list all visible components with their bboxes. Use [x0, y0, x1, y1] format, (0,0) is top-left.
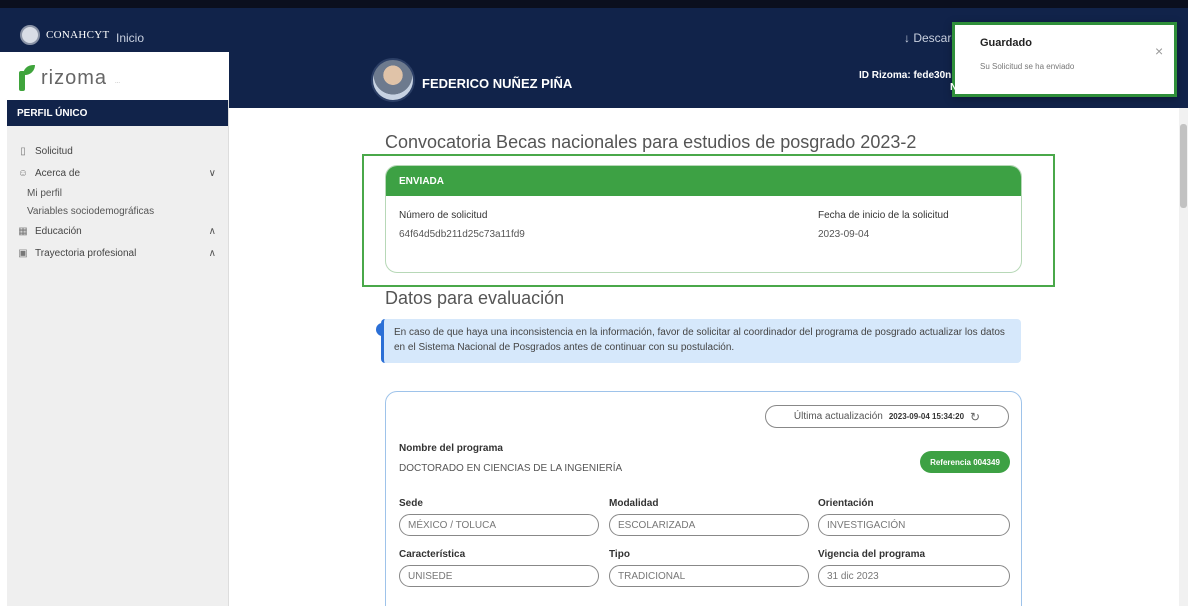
page-title: Convocatoria Becas nacionales para estud… — [385, 132, 917, 152]
sidebar-item-mi-perfil[interactable]: Mi perfil — [7, 184, 228, 202]
rizoma-logo[interactable]: rizoma ... — [7, 56, 229, 100]
modalidad-label: Modalidad — [609, 498, 659, 509]
download-link[interactable]: ↓ Descarg — [904, 31, 958, 45]
nav-inicio[interactable]: Inicio — [116, 31, 144, 45]
sidebar-header: PERFIL ÚNICO — [7, 100, 228, 126]
status-card: ENVIADA Número de solicitud 64f64d5db211… — [385, 165, 1022, 273]
toast-title: Guardado — [980, 37, 1032, 49]
chevron-up-icon[interactable]: ∧ — [209, 248, 216, 259]
rizoma-leaf-icon — [17, 65, 35, 91]
sidebar-item-label: Trayectoria profesional — [35, 247, 137, 259]
sede-label: Sede — [399, 498, 423, 509]
sidebar-menu: ▯ Solicitud ☺ Acerca de ∨ Mi perfil Vari… — [7, 126, 228, 264]
numero-value: 64f64d5db211d25c73a11fd9 — [399, 229, 525, 240]
update-value: 2023-09-04 15:34:20 — [888, 412, 965, 421]
rizoma-id: ID Rizoma: fede30n — [859, 70, 952, 81]
toast-message: Su Solicitud se ha enviado — [980, 62, 1075, 71]
logo-text: rizoma — [41, 66, 108, 89]
tipo-field[interactable]: TRADICIONAL — [609, 565, 809, 587]
book-icon: ▦ — [18, 225, 28, 237]
sidebar-item-label: Educación — [35, 225, 82, 237]
sidebar-item-label: Acerca de — [35, 167, 81, 179]
fecha-value: 2023-09-04 — [818, 229, 870, 240]
orientacion-field[interactable]: INVESTIGACIÓN — [818, 514, 1010, 536]
orientacion-label: Orientación — [818, 498, 874, 509]
update-label: Última actualización — [793, 411, 883, 422]
avatar — [371, 58, 415, 102]
cvu-number: No. CVU: 864737 — [950, 82, 1030, 93]
modalidad-field[interactable]: ESCOLARIZADA — [609, 514, 809, 536]
status-badge: ENVIADA — [386, 166, 1021, 196]
sidebar-item-educacion[interactable]: ▦ Educación ∧ — [7, 220, 228, 242]
tipo-label: Tipo — [609, 549, 630, 560]
vigencia-label: Vigencia del programa — [818, 549, 926, 560]
last-update-pill: Última actualización 2023-09-04 15:34:20… — [765, 405, 1009, 428]
brand-text: CONAHCYT — [46, 29, 110, 41]
sidebar-item-trayectoria[interactable]: ▣ Trayectoria profesional ∧ — [7, 242, 228, 264]
sidebar-item-solicitud[interactable]: ▯ Solicitud — [7, 140, 228, 162]
sidebar-item-variables[interactable]: Variables sociodemográficas — [7, 202, 228, 220]
main-content: Convocatoria Becas nacionales para estud… — [229, 108, 1179, 606]
nombre-label: Nombre del programa — [399, 443, 503, 454]
numero-label: Número de solicitud — [399, 210, 488, 221]
logo-sub: ... — [115, 79, 121, 85]
scrollbar-thumb[interactable] — [1180, 124, 1187, 208]
sidebar-item-acerca-de[interactable]: ☺ Acerca de ∨ — [7, 162, 228, 184]
badge-icon: ▣ — [18, 247, 28, 259]
chevron-down-icon[interactable]: ∨ — [209, 168, 216, 179]
sidebar-item-label: Solicitud — [35, 145, 73, 157]
referencia-badge: Referencia 004349 — [920, 451, 1010, 473]
seal-icon — [20, 25, 40, 45]
program-card: Última actualización 2023-09-04 15:34:20… — [385, 391, 1022, 606]
app-frame: CONAHCYT Inicio ↓ Descarg rizoma ... FED… — [0, 0, 1188, 606]
caracteristica-field[interactable]: UNISEDE — [399, 565, 599, 587]
user-name: FEDERICO NUÑEZ PIÑA — [422, 76, 573, 91]
chevron-up-icon[interactable]: ∧ — [209, 226, 216, 237]
nombre-value: DOCTORADO EN CIENCIAS DE LA INGENIERÍA — [399, 463, 623, 474]
info-alert: En caso de que haya una inconsistencia e… — [381, 319, 1021, 363]
sede-field[interactable]: MÉXICO / TOLUCA — [399, 514, 599, 536]
sidebar: PERFIL ÚNICO ▯ Solicitud ☺ Acerca de ∨ M… — [7, 100, 229, 606]
vigencia-field[interactable]: 31 dic 2023 — [818, 565, 1010, 587]
fecha-label: Fecha de inicio de la solicitud — [818, 210, 949, 221]
section-title: Datos para evaluación — [385, 288, 565, 308]
caracteristica-label: Característica — [399, 549, 466, 560]
top-edge — [0, 0, 1188, 8]
doc-icon: ▯ — [20, 145, 26, 157]
conahcyt-brand[interactable]: CONAHCYT — [20, 25, 110, 45]
close-icon[interactable]: × — [1155, 43, 1163, 59]
refresh-icon[interactable]: ↻ — [970, 410, 980, 424]
user-icon: ☺ — [17, 167, 29, 179]
